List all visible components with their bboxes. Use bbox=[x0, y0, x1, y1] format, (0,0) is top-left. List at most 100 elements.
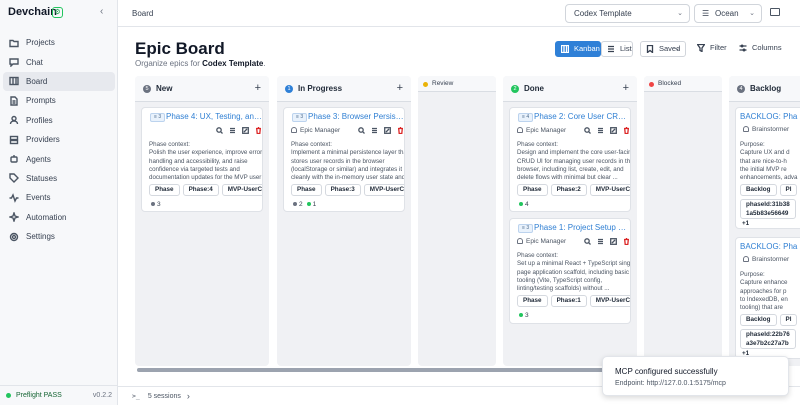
list-icon[interactable] bbox=[229, 127, 236, 134]
card-title[interactable]: Phase 4: UX, Testing, and Hard... bbox=[166, 112, 262, 121]
card-actions bbox=[358, 127, 404, 134]
tag[interactable]: MVP-UserCRUD bbox=[589, 184, 630, 196]
sidebar-item-board[interactable]: Board bbox=[3, 71, 115, 92]
edit-icon[interactable] bbox=[610, 127, 617, 134]
sidebar-item-settings[interactable]: Settings bbox=[3, 227, 115, 246]
column-status-dot bbox=[649, 82, 654, 87]
epic-card[interactable]: ≡ 3 Phase 3: Browser Persistence L... Ep… bbox=[283, 107, 405, 212]
stat-value: 4 bbox=[525, 201, 529, 208]
column-header[interactable]: Blocked bbox=[644, 76, 722, 92]
sidebar-item-statuses[interactable]: Statuses bbox=[3, 169, 115, 188]
project-select[interactable]: Codex Template ⌄ bbox=[565, 4, 690, 23]
column-header[interactable]: Review bbox=[418, 76, 496, 92]
epic-card[interactable]: ≡ 3 Phase 1: Project Setup & Tooling Epi… bbox=[509, 218, 631, 324]
sidebar-item-profiles[interactable]: Profiles bbox=[3, 111, 115, 130]
kanban-view-button[interactable]: Kanban bbox=[555, 41, 601, 57]
sidebar-item-chat[interactable]: Chat bbox=[3, 52, 115, 71]
add-epic-icon[interactable]: + bbox=[623, 82, 629, 94]
tag[interactable]: Phase bbox=[149, 184, 180, 196]
sidebar-item-events[interactable]: Events bbox=[3, 188, 115, 207]
epic-card[interactable]: BACKLOG: Pha Brainstormer Purpose: Captu… bbox=[735, 107, 800, 229]
tag[interactable]: MVP-UserCRUD bbox=[589, 295, 630, 307]
tag[interactable]: Backlog bbox=[740, 314, 777, 326]
sidebar-item-automation[interactable]: Automation bbox=[3, 208, 115, 227]
filter-button[interactable]: Filter bbox=[692, 41, 729, 57]
sidebar-item-projects[interactable]: Projects bbox=[3, 33, 115, 52]
edit-icon[interactable] bbox=[384, 127, 391, 134]
column-header: 4 Backlog bbox=[729, 76, 800, 102]
columns-button[interactable]: Columns bbox=[734, 41, 784, 57]
trash-icon[interactable] bbox=[255, 127, 262, 134]
search-icon[interactable] bbox=[584, 238, 591, 245]
subtitle-prefix: Organize epics for bbox=[135, 59, 203, 68]
tag[interactable]: Phase:1 bbox=[550, 295, 587, 307]
list-icon[interactable] bbox=[371, 127, 378, 134]
search-icon[interactable] bbox=[358, 127, 365, 134]
list-icon bbox=[608, 45, 614, 53]
sidebar-item-providers[interactable]: Providers bbox=[3, 130, 115, 149]
collapse-sidebar-icon[interactable]: ‹ bbox=[100, 6, 103, 17]
tag[interactable]: MVP-UserCRUD bbox=[221, 184, 262, 196]
tag[interactable]: MVP-UserCRUD bbox=[363, 184, 404, 196]
tag[interactable]: Pl bbox=[779, 184, 798, 196]
terminal-toggle-icon[interactable] bbox=[770, 8, 780, 16]
search-icon[interactable] bbox=[584, 127, 591, 134]
tag[interactable]: phaseId:22b76 a3e7b2c27a7b bbox=[740, 329, 796, 349]
preflight-status[interactable]: Preflight PASS v0.2.2 bbox=[0, 385, 118, 405]
card-title[interactable]: BACKLOG: Pha bbox=[740, 242, 800, 251]
tag[interactable]: Phase:4 bbox=[182, 184, 219, 196]
description-line: Polish the user experience, improve erro… bbox=[149, 149, 263, 157]
epic-card[interactable]: ≡ 3 Phase 4: UX, Testing, and Hard... Ph… bbox=[141, 107, 263, 212]
trash-icon[interactable] bbox=[623, 127, 630, 134]
theme-select[interactable]: ☰ Ocean ⌄ bbox=[694, 4, 762, 23]
list-icon[interactable] bbox=[597, 127, 604, 134]
card-agent[interactable]: Epic Manager bbox=[517, 127, 566, 134]
edit-icon[interactable] bbox=[242, 127, 249, 134]
server-icon bbox=[9, 135, 19, 144]
sidebar-item-label: Chat bbox=[26, 57, 43, 67]
tag[interactable]: Backlog bbox=[740, 184, 777, 196]
card-title[interactable]: Phase 3: Browser Persistence L... bbox=[308, 112, 404, 121]
trash-icon[interactable] bbox=[397, 127, 404, 134]
tag[interactable]: Phase:2 bbox=[550, 184, 587, 196]
list-view-button[interactable]: List bbox=[601, 41, 633, 57]
card-title[interactable]: Phase 1: Project Setup & Tooling bbox=[534, 223, 630, 232]
saved-views-button[interactable]: Saved ⌄ bbox=[640, 41, 686, 57]
trash-icon[interactable] bbox=[623, 238, 630, 245]
sidebar-item-agents[interactable]: Agents bbox=[3, 149, 115, 168]
tag[interactable]: Phase:3 bbox=[324, 184, 361, 196]
add-epic-icon[interactable]: + bbox=[397, 82, 403, 94]
sidebar-item-prompts[interactable]: Prompts bbox=[3, 91, 115, 110]
add-epic-icon[interactable]: + bbox=[255, 82, 261, 94]
list-icon[interactable] bbox=[597, 238, 604, 245]
more-tags-badge[interactable]: +1 bbox=[740, 220, 752, 228]
card-agent[interactable]: Epic Manager bbox=[291, 127, 340, 134]
description-line: tooling (Vite, TypeScript config, bbox=[517, 276, 603, 284]
project-select-value: Codex Template bbox=[574, 9, 632, 18]
card-agent[interactable]: Brainstormer bbox=[743, 256, 789, 263]
stat-value: 3 bbox=[157, 201, 161, 208]
column-count-badge: 1 bbox=[285, 85, 293, 93]
card-agent[interactable]: Epic Manager bbox=[517, 238, 566, 245]
sidebar-item-label: Events bbox=[26, 193, 51, 203]
epic-card[interactable]: BACKLOG: Pha Brainstormer Purpose: Captu… bbox=[735, 237, 800, 359]
user-icon bbox=[743, 126, 749, 132]
epic-card[interactable]: ≡ 4 Phase 2: Core User CRUD UI Epic Mana… bbox=[509, 107, 631, 212]
toast-notification[interactable]: MCP configured successfully Endpoint: ht… bbox=[602, 356, 789, 396]
stat-item: 3 bbox=[151, 201, 161, 208]
search-icon[interactable] bbox=[216, 127, 223, 134]
edit-icon[interactable] bbox=[610, 238, 617, 245]
card-title[interactable]: Phase 2: Core User CRUD UI bbox=[534, 112, 630, 121]
description-line: tooling) that are bbox=[740, 304, 783, 312]
card-title[interactable]: BACKLOG: Pha bbox=[740, 112, 800, 121]
tag[interactable]: Phase bbox=[517, 295, 548, 307]
robot-icon bbox=[10, 155, 18, 163]
tag[interactable]: phaseId:31b38 1a5b83e56649 bbox=[740, 199, 796, 219]
app-version: v0.2.2 bbox=[92, 392, 112, 399]
card-agent[interactable]: Brainstormer bbox=[743, 126, 789, 133]
card-actions bbox=[584, 238, 630, 245]
tag[interactable]: Phase bbox=[291, 184, 322, 196]
stat-dot bbox=[306, 202, 311, 206]
tag[interactable]: Phase bbox=[517, 184, 548, 196]
tag[interactable]: Pl bbox=[779, 314, 798, 326]
